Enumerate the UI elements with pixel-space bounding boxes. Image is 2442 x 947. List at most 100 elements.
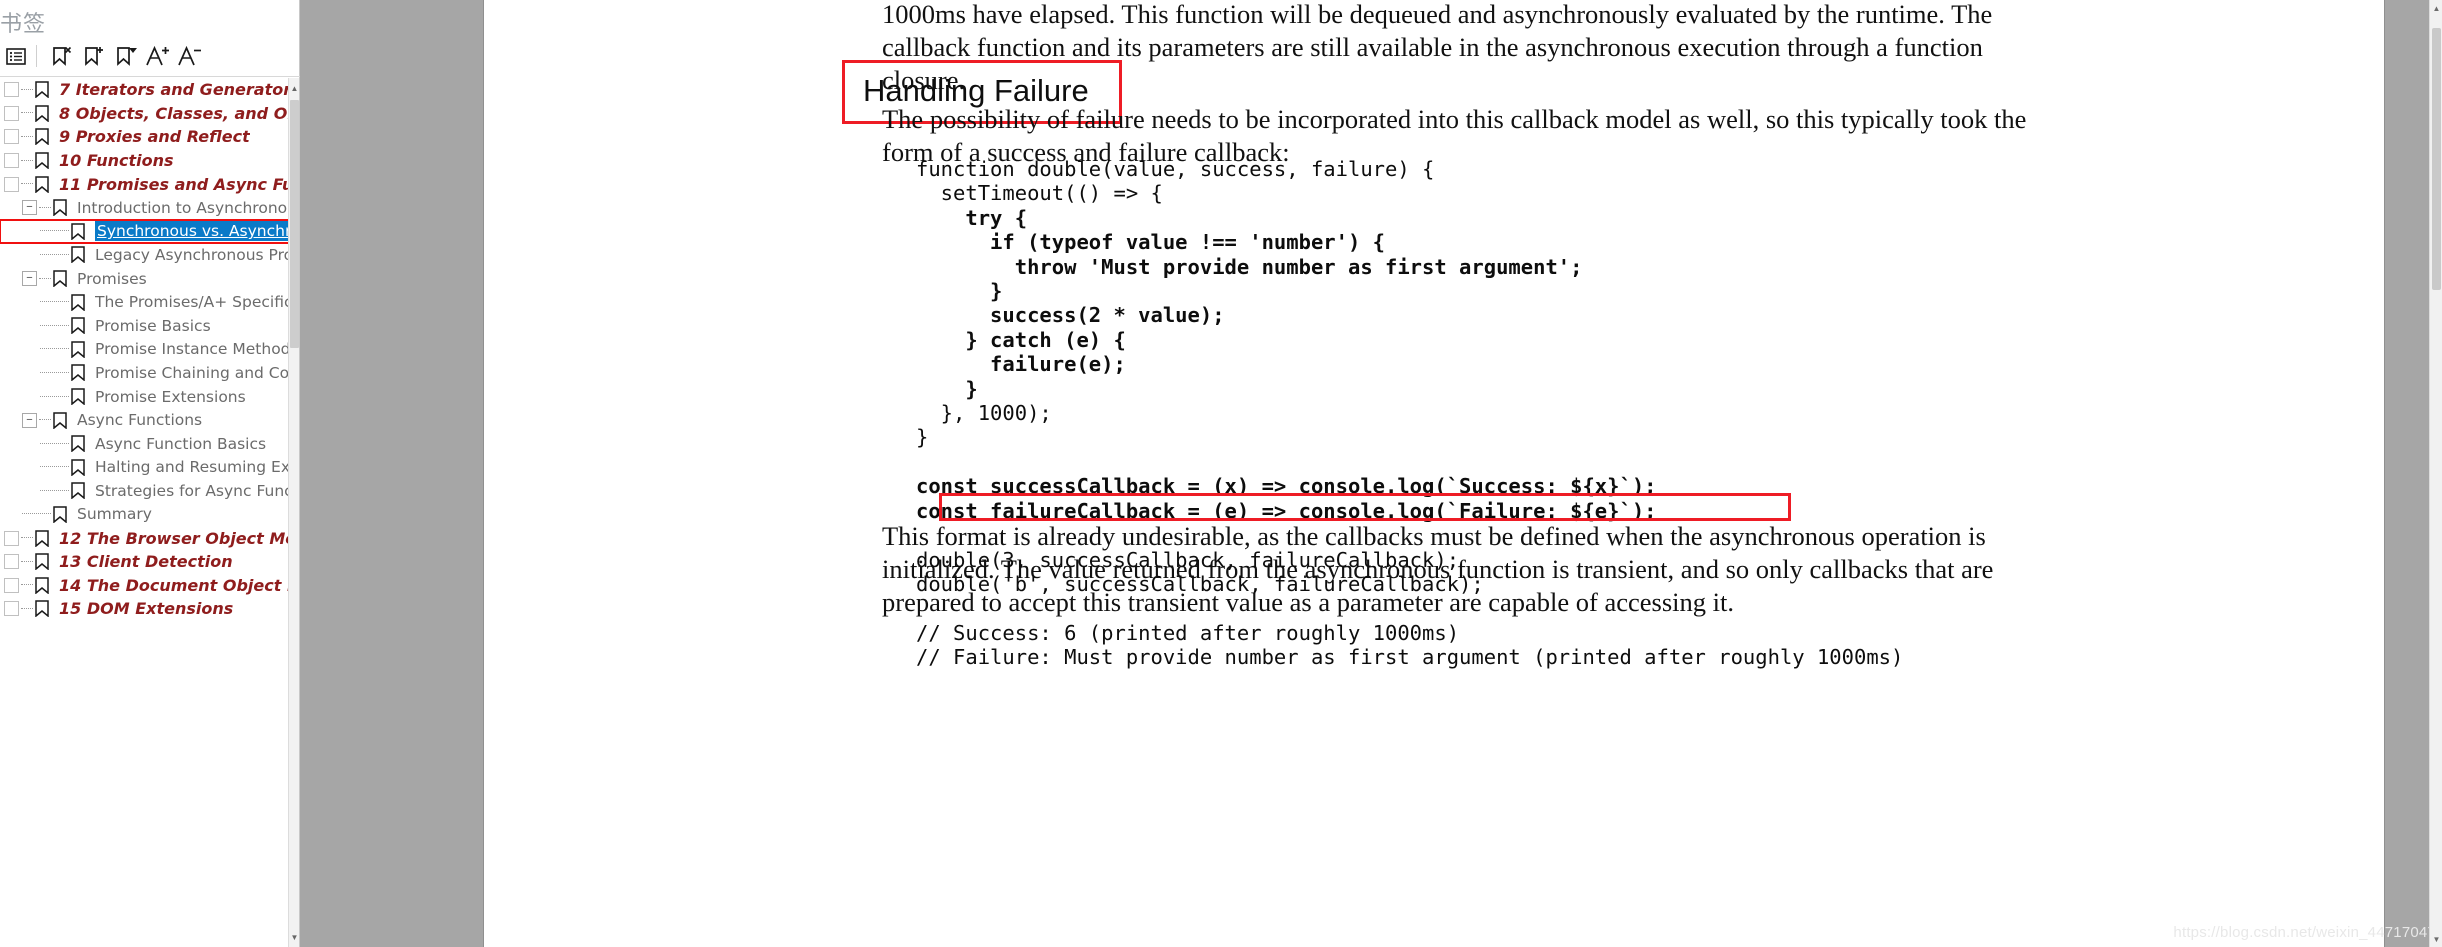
bookmark-icon [71,459,90,477]
sidebar-scrollbar[interactable]: ▲ ▼ [288,78,299,947]
font-increase-icon[interactable] [141,40,173,72]
paragraph-conclusion: This format is already undesirable, as t… [882,521,1994,617]
sidebar-toolbar [0,36,300,77]
bookmark-tree-item[interactable]: − Async Functions [0,408,289,432]
bookmark-tree-item[interactable]: Synchronous vs. Asynchrono [0,218,289,245]
tree-connector [21,537,33,539]
bookmark-menu-icon[interactable] [109,40,141,72]
bookmark-item-label: Async Functions [77,411,203,430]
bookmark-tree-item[interactable]: Promise Chaining and Compo [0,361,289,385]
bookmark-item-label: 9 Proxies and Reflect [59,127,250,147]
failure-comment-annotation-box [939,493,1791,521]
bookmark-item-label: Halting and Resuming Execut [95,458,289,477]
bookmark-tree-item[interactable]: Async Function Basics [0,432,289,456]
viewer-scroll-thumb[interactable] [2432,28,2441,290]
bookmark-item-label: Promise Extensions [95,387,246,406]
tree-collapse-toggle[interactable]: − [22,412,37,428]
tree-expand-toggle[interactable] [4,82,19,98]
viewer-scroll-down-icon[interactable]: ▼ [2430,931,2442,947]
tree-expand-toggle[interactable] [4,176,19,192]
bookmark-tree-item[interactable]: Promise Extensions [0,385,289,409]
tree-connector [21,159,33,162]
bookmark-tree-item[interactable]: Promise Basics [0,314,289,338]
bookmark-item-label: 14 The Document Object Model [59,575,289,595]
font-decrease-icon[interactable] [173,40,205,72]
viewer-scrollbar[interactable]: ▲ ▼ [2429,0,2442,947]
bookmark-tree-item[interactable]: 15 DOM Extensions [0,597,289,621]
tree-expand-toggle[interactable] [4,530,19,546]
bookmark-tree-item[interactable]: 12 The Browser Object Model [0,526,289,550]
tree-expand-toggle[interactable] [4,105,19,121]
bookmark-item-label: Promises [77,269,147,288]
tree-expand-toggle[interactable] [4,129,19,145]
tree-connector [21,88,33,91]
bookmark-tree-item[interactable]: The Promises/A+ Specificatio [0,290,289,314]
bookmark-tree-item[interactable]: Promise Instance Methods [0,338,289,362]
bookmarks-sidebar: 书签 7 Iterators and Generators8 Objects, [0,0,300,947]
tree-connector [40,442,69,445]
bookmark-tree-item[interactable]: 13 Client Detection [0,550,289,574]
bookmark-icon [71,341,90,359]
sidebar-title: 书签 [0,12,47,37]
bookmark-tree-item[interactable]: 7 Iterators and Generators [0,78,289,102]
bookmark-tree-item[interactable]: 11 Promises and Async Functions [0,172,289,196]
sidebar-scroll-up-icon[interactable]: ▲ [289,78,300,98]
bookmark-tree-item[interactable]: 8 Objects, Classes, and Object-Orie [0,102,289,126]
tree-connector [40,466,69,468]
bookmark-add-icon[interactable] [77,40,109,72]
bookmark-tree-item[interactable]: 14 The Document Object Model [0,573,289,597]
bookmark-tree-item[interactable]: 10 Functions [0,149,289,173]
bookmark-tree-item[interactable]: Summary [0,503,289,527]
sidebar-scroll-thumb[interactable] [290,100,299,348]
tree-expand-toggle[interactable] [4,601,19,617]
bookmark-item-label: 12 The Browser Object Model [59,528,289,548]
tree-connector [39,419,51,421]
bookmark-tree[interactable]: 7 Iterators and Generators 8 Objects, Cla… [0,78,289,947]
bookmark-delete-icon[interactable] [45,40,77,72]
bookmark-tree-item[interactable]: Strategies for Async Function [0,479,289,503]
viewer-scroll-up-icon[interactable]: ▲ [2430,0,2442,16]
bookmark-icon [53,270,72,288]
tree-expand-toggle[interactable] [4,554,19,570]
bookmark-tree-item[interactable]: − Promises [0,267,289,291]
bookmark-icon [35,175,54,194]
bookmark-item-label: The Promises/A+ Specificatio [95,293,289,312]
bookmark-icon [35,553,54,571]
tree-connector [40,253,69,256]
bookmark-icon [71,317,90,335]
tree-connector [40,301,69,303]
bookmark-icon [53,411,72,430]
bookmark-tree-item[interactable]: − Introduction to Asynchronous Pr [0,196,289,220]
tree-expand-toggle[interactable] [4,153,19,169]
bookmark-icon [71,435,90,453]
pdf-page: 1000ms have elapsed. This function will … [484,0,2384,947]
bookmark-icon [35,152,54,170]
tree-expand-toggle[interactable] [4,577,19,593]
bookmark-icon [35,529,54,548]
bookmark-tree-item[interactable]: Legacy Asynchronous Progra [0,243,289,267]
sidebar-scroll-down-icon[interactable]: ▼ [289,927,300,947]
tree-collapse-toggle[interactable]: − [22,271,37,287]
tree-collapse-toggle[interactable]: − [22,200,37,216]
tree-connector [21,607,33,610]
watermark: https://blog.csdn.net/weixin_44717047 [2173,924,2436,941]
outline-list-icon[interactable] [0,40,32,72]
bookmark-icon [71,482,90,500]
bookmark-item-label: Async Function Basics [95,434,267,453]
bookmark-tree-item[interactable]: 9 Proxies and Reflect [0,125,289,149]
bookmark-icon [35,577,54,595]
bookmark-tree-item[interactable]: Halting and Resuming Execut [0,456,289,480]
tree-connector [40,230,69,232]
bookmark-item-label: Promise Instance Methods [95,340,289,359]
tree-connector [40,348,69,350]
